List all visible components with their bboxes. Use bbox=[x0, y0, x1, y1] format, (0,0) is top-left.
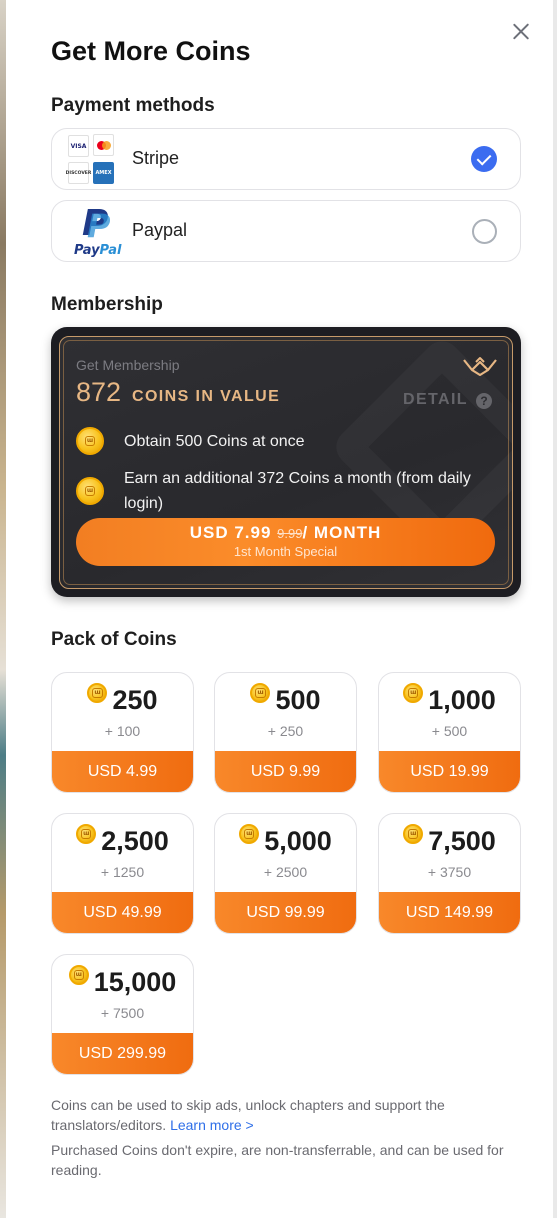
pack-bonus: + 1250 bbox=[100, 864, 145, 880]
discover-icon: DISCOVER bbox=[66, 162, 91, 184]
price-period: / MONTH bbox=[302, 523, 382, 542]
membership-heading: Membership bbox=[51, 294, 163, 315]
pack-amount: 7,500 bbox=[428, 826, 496, 856]
coin-icon: ɯ bbox=[239, 823, 260, 844]
coin-glyph: ɯ bbox=[84, 436, 96, 446]
pack-amount: 5,000 bbox=[264, 826, 332, 856]
pack-bonus: + 250 bbox=[267, 723, 304, 739]
benefit-text: Obtain 500 Coins at once bbox=[124, 433, 305, 450]
payment-option-label: Paypal bbox=[132, 220, 188, 240]
help-icon[interactable]: ? bbox=[476, 393, 492, 409]
pack-bonus: + 3750 bbox=[427, 864, 472, 880]
selected-check-icon[interactable] bbox=[471, 146, 497, 172]
pack-bonus: + 2500 bbox=[263, 864, 308, 880]
coin-icon: ɯ bbox=[68, 964, 89, 985]
pack-amount: 1,000 bbox=[428, 685, 496, 715]
coin-glyph: ɯ bbox=[92, 687, 103, 698]
coin-icon: ɯ bbox=[76, 823, 97, 844]
pack-price[interactable]: USD 49.99 bbox=[52, 892, 193, 933]
paypal-logo-icon: PP PayPal bbox=[74, 203, 122, 258]
membership-label: Get Membership bbox=[76, 357, 180, 373]
pack-price[interactable]: USD 4.99 bbox=[52, 751, 193, 792]
pack-amount: 15,000 bbox=[93, 967, 177, 997]
membership-price: USD 7.99 9.99/ MONTH bbox=[76, 523, 495, 543]
membership-subscribe-button[interactable]: USD 7.99 9.99/ MONTH 1st Month Special bbox=[76, 518, 495, 566]
coin-icon: ɯ bbox=[250, 682, 271, 703]
crown-icon bbox=[463, 357, 497, 376]
pack-amount: 250 bbox=[112, 685, 158, 715]
membership-coin-unit: COINS IN VALUE bbox=[132, 388, 281, 405]
paypal-logo-pay: Pay bbox=[74, 243, 100, 258]
coins-expiry-text: Purchased Coins don't expire, are non-tr… bbox=[51, 1142, 504, 1178]
coins-info-text: Coins can be used to skip ads, unlock ch… bbox=[51, 1095, 521, 1135]
membership-special-note: 1st Month Special bbox=[233, 544, 338, 559]
coin-glyph: ɯ bbox=[244, 828, 255, 839]
coin-glyph: ɯ bbox=[81, 828, 92, 839]
coins-modal: Get More Coins Payment methods VISA DISC… bbox=[6, 0, 553, 1218]
benefit-text: Earn an additional 372 Coins a month (fr… bbox=[124, 470, 471, 512]
page-title: Get More Coins bbox=[51, 36, 251, 66]
pack-amount: 500 bbox=[275, 685, 321, 715]
coin-icon: ɯ bbox=[403, 823, 424, 844]
membership-coin-value: 872 bbox=[76, 377, 122, 407]
pack-amount: 2,500 bbox=[101, 826, 169, 856]
pack-price[interactable]: USD 99.99 bbox=[215, 892, 356, 933]
pack-of-coins-heading: Pack of Coins bbox=[51, 629, 177, 650]
coin-pack-7500[interactable]: ɯ 7,500 + 3750 USD 149.99 bbox=[378, 813, 521, 934]
coin-icon: ɯ bbox=[76, 477, 104, 505]
pack-price[interactable]: USD 299.99 bbox=[52, 1033, 193, 1074]
membership-card: Get Membership 872 COINS IN VALUE DETAIL… bbox=[51, 327, 521, 597]
amex-icon: AMEX bbox=[93, 162, 114, 184]
coin-pack-250[interactable]: ɯ 250 + 100 USD 4.99 bbox=[51, 672, 194, 793]
coin-pack-1000[interactable]: ɯ 1,000 + 500 USD 19.99 bbox=[378, 672, 521, 793]
card-brands-icon: VISA DISCOVER AMEX bbox=[66, 133, 116, 187]
coin-glyph: ɯ bbox=[255, 687, 266, 698]
coin-glyph: ɯ bbox=[408, 828, 419, 839]
coin-glyph: ɯ bbox=[73, 969, 84, 980]
paypal-logo-pal: Pal bbox=[99, 243, 122, 258]
price-old: 9.99 bbox=[277, 526, 303, 541]
pack-price[interactable]: USD 149.99 bbox=[379, 892, 520, 933]
background-page-edge bbox=[553, 0, 557, 1218]
detail-link[interactable]: DETAIL bbox=[403, 391, 468, 409]
pack-bonus: + 7500 bbox=[100, 1005, 145, 1021]
coin-pack-15000[interactable]: ɯ 15,000 + 7500 USD 299.99 bbox=[51, 954, 194, 1075]
close-icon[interactable] bbox=[510, 20, 532, 42]
payment-option-stripe[interactable]: VISA DISCOVER AMEX Stripe bbox=[51, 128, 521, 190]
coin-glyph: ɯ bbox=[408, 687, 419, 698]
mastercard-icon bbox=[93, 134, 114, 156]
coin-icon: ɯ bbox=[87, 682, 108, 703]
coin-icon: ɯ bbox=[76, 427, 104, 455]
coin-pack-500[interactable]: ɯ 500 + 250 USD 9.99 bbox=[214, 672, 357, 793]
pack-bonus: + 500 bbox=[431, 723, 468, 739]
price-current: USD 7.99 bbox=[189, 523, 278, 542]
coin-pack-5000[interactable]: ɯ 5,000 + 2500 USD 99.99 bbox=[214, 813, 357, 934]
coin-icon: ɯ bbox=[403, 682, 424, 703]
payment-option-paypal[interactable]: PP PayPal Paypal bbox=[51, 200, 521, 262]
unselected-radio-icon[interactable] bbox=[472, 219, 497, 244]
visa-icon: VISA bbox=[68, 135, 89, 157]
pack-bonus: + 100 bbox=[104, 723, 141, 739]
coin-glyph: ɯ bbox=[84, 486, 96, 496]
pack-price[interactable]: USD 19.99 bbox=[379, 751, 520, 792]
payment-methods-heading: Payment methods bbox=[51, 95, 215, 116]
payment-option-label: Stripe bbox=[132, 148, 180, 168]
pack-price[interactable]: USD 9.99 bbox=[215, 751, 356, 792]
coin-pack-2500[interactable]: ɯ 2,500 + 1250 USD 49.99 bbox=[51, 813, 194, 934]
learn-more-link[interactable]: Learn more > bbox=[170, 1117, 254, 1133]
